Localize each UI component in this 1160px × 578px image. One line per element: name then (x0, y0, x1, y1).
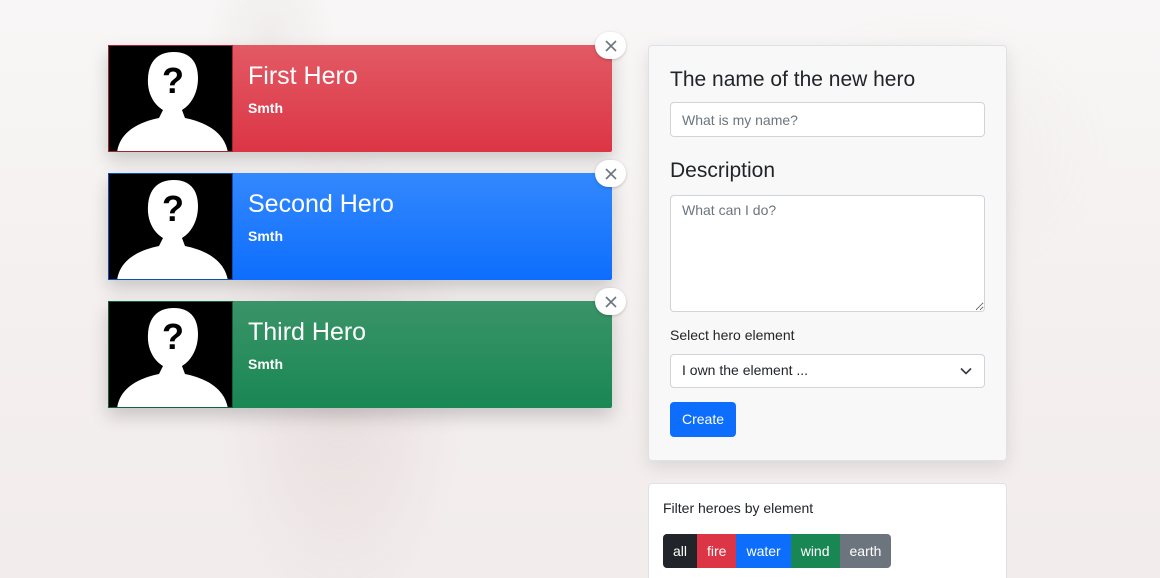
create-button[interactable]: Create (670, 402, 737, 437)
hero-name-label: The name of the new hero (670, 68, 916, 91)
hero-name: First Hero (248, 62, 358, 90)
close-icon (604, 167, 617, 180)
hero-avatar-placeholder: ? (108, 45, 233, 152)
svg-text:?: ? (162, 316, 184, 357)
unknown-person-icon: ? (109, 174, 232, 279)
unknown-person-icon: ? (109, 46, 232, 151)
hero-name: Second Hero (248, 190, 394, 218)
element-select-value: I own the element ... (682, 362, 809, 378)
filter-water-button[interactable]: water (736, 534, 791, 568)
svg-text:?: ? (162, 188, 184, 229)
hero-card-second[interactable]: ? Second Hero Smth (108, 160, 626, 280)
svg-text:?: ? (162, 60, 184, 101)
filter-panel: Filter heroes by element all fire water … (648, 483, 1007, 578)
hero-name-input[interactable] (670, 102, 985, 137)
hero-card-third[interactable]: ? Third Hero Smth (108, 288, 626, 408)
hero-list: ? First Hero Smth ? Second Hero Smth ? T… (108, 32, 626, 429)
filter-all-button[interactable]: all (663, 534, 698, 568)
hero-description: Smth (248, 100, 283, 116)
hero-card-first[interactable]: ? First Hero Smth (108, 32, 626, 152)
filter-earth-button[interactable]: earth (839, 534, 892, 568)
element-select-label: Select hero element (670, 327, 795, 343)
close-icon (604, 295, 617, 308)
chevron-down-icon (960, 367, 972, 375)
unknown-person-icon: ? (109, 302, 232, 407)
hero-body: Second Hero Smth (233, 173, 612, 280)
hero-avatar-placeholder: ? (108, 301, 233, 408)
filter-button-group: all fire water wind earth (663, 534, 992, 568)
new-hero-form: The name of the new hero Description Sel… (648, 45, 1007, 461)
close-icon (604, 39, 617, 52)
delete-hero-button[interactable] (595, 32, 626, 59)
hero-body: Third Hero Smth (233, 301, 612, 408)
filter-fire-button[interactable]: fire (697, 534, 737, 568)
hero-description: Smth (248, 356, 283, 372)
delete-hero-button[interactable] (595, 288, 626, 315)
filter-wind-button[interactable]: wind (790, 534, 840, 568)
delete-hero-button[interactable] (595, 160, 626, 187)
hero-description: Smth (248, 228, 283, 244)
element-select[interactable]: I own the element ... (670, 354, 985, 388)
hero-body: First Hero Smth (233, 45, 612, 152)
filter-title: Filter heroes by element (663, 500, 814, 516)
hero-avatar-placeholder: ? (108, 173, 233, 280)
description-label: Description (670, 159, 776, 182)
description-textarea[interactable] (670, 195, 985, 312)
hero-name: Third Hero (248, 318, 367, 346)
